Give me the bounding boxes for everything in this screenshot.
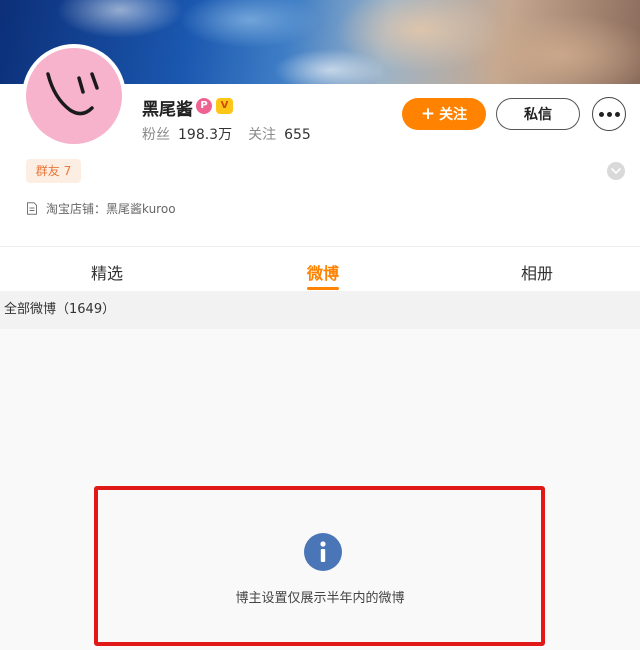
profile-username: 黑尾酱 xyxy=(142,100,193,120)
info-icon xyxy=(304,533,342,571)
all-posts-count: 全部微博（1649） xyxy=(4,302,116,317)
fans-label[interactable]: 粉丝 xyxy=(142,127,170,143)
document-icon xyxy=(27,202,37,215)
follow-button-label: 关注 xyxy=(439,107,468,123)
avatar-face-icon xyxy=(46,72,99,116)
more-dot-icon xyxy=(606,111,612,117)
active-tab-indicator xyxy=(307,287,339,290)
more-dot-icon xyxy=(614,111,620,117)
tab-weibo[interactable]: 微博 xyxy=(307,260,339,284)
more-dot-icon xyxy=(598,111,604,117)
tab-album[interactable]: 相册 xyxy=(521,260,553,284)
message-button-label: 私信 xyxy=(524,107,552,123)
following-count[interactable]: 655 xyxy=(284,127,311,143)
fans-group-tag[interactable]: 群友 7 xyxy=(26,159,81,183)
chevron-down-icon xyxy=(611,168,621,174)
shop-link-text: 淘宝店铺：黑尾酱kuroo xyxy=(46,202,176,216)
follow-button[interactable]: + 关注 xyxy=(402,98,486,130)
tab-featured[interactable]: 精选 xyxy=(91,260,123,284)
visibility-notice-text: 博主设置仅展示半年内的微博 xyxy=(235,591,405,606)
shop-info[interactable]: 淘宝店铺：黑尾酱kuroo xyxy=(26,200,176,217)
tabs-divider xyxy=(0,246,640,247)
expand-profile-button[interactable] xyxy=(607,162,625,180)
following-label[interactable]: 关注 xyxy=(248,127,276,143)
all-posts-filter-bar[interactable]: 全部微博（1649） xyxy=(0,291,640,329)
member-badge-icon[interactable]: P xyxy=(196,98,212,114)
message-button[interactable]: 私信 xyxy=(496,98,580,130)
avatar[interactable] xyxy=(26,48,122,144)
plus-icon: + xyxy=(420,103,436,124)
info-glyph-icon xyxy=(320,541,326,562)
vip-badge-icon[interactable]: V xyxy=(216,98,233,114)
profile-stats: 粉丝 198.3万 关注 655 xyxy=(142,124,311,144)
fans-count[interactable]: 198.3万 xyxy=(178,127,232,143)
more-options-button[interactable] xyxy=(592,97,626,131)
